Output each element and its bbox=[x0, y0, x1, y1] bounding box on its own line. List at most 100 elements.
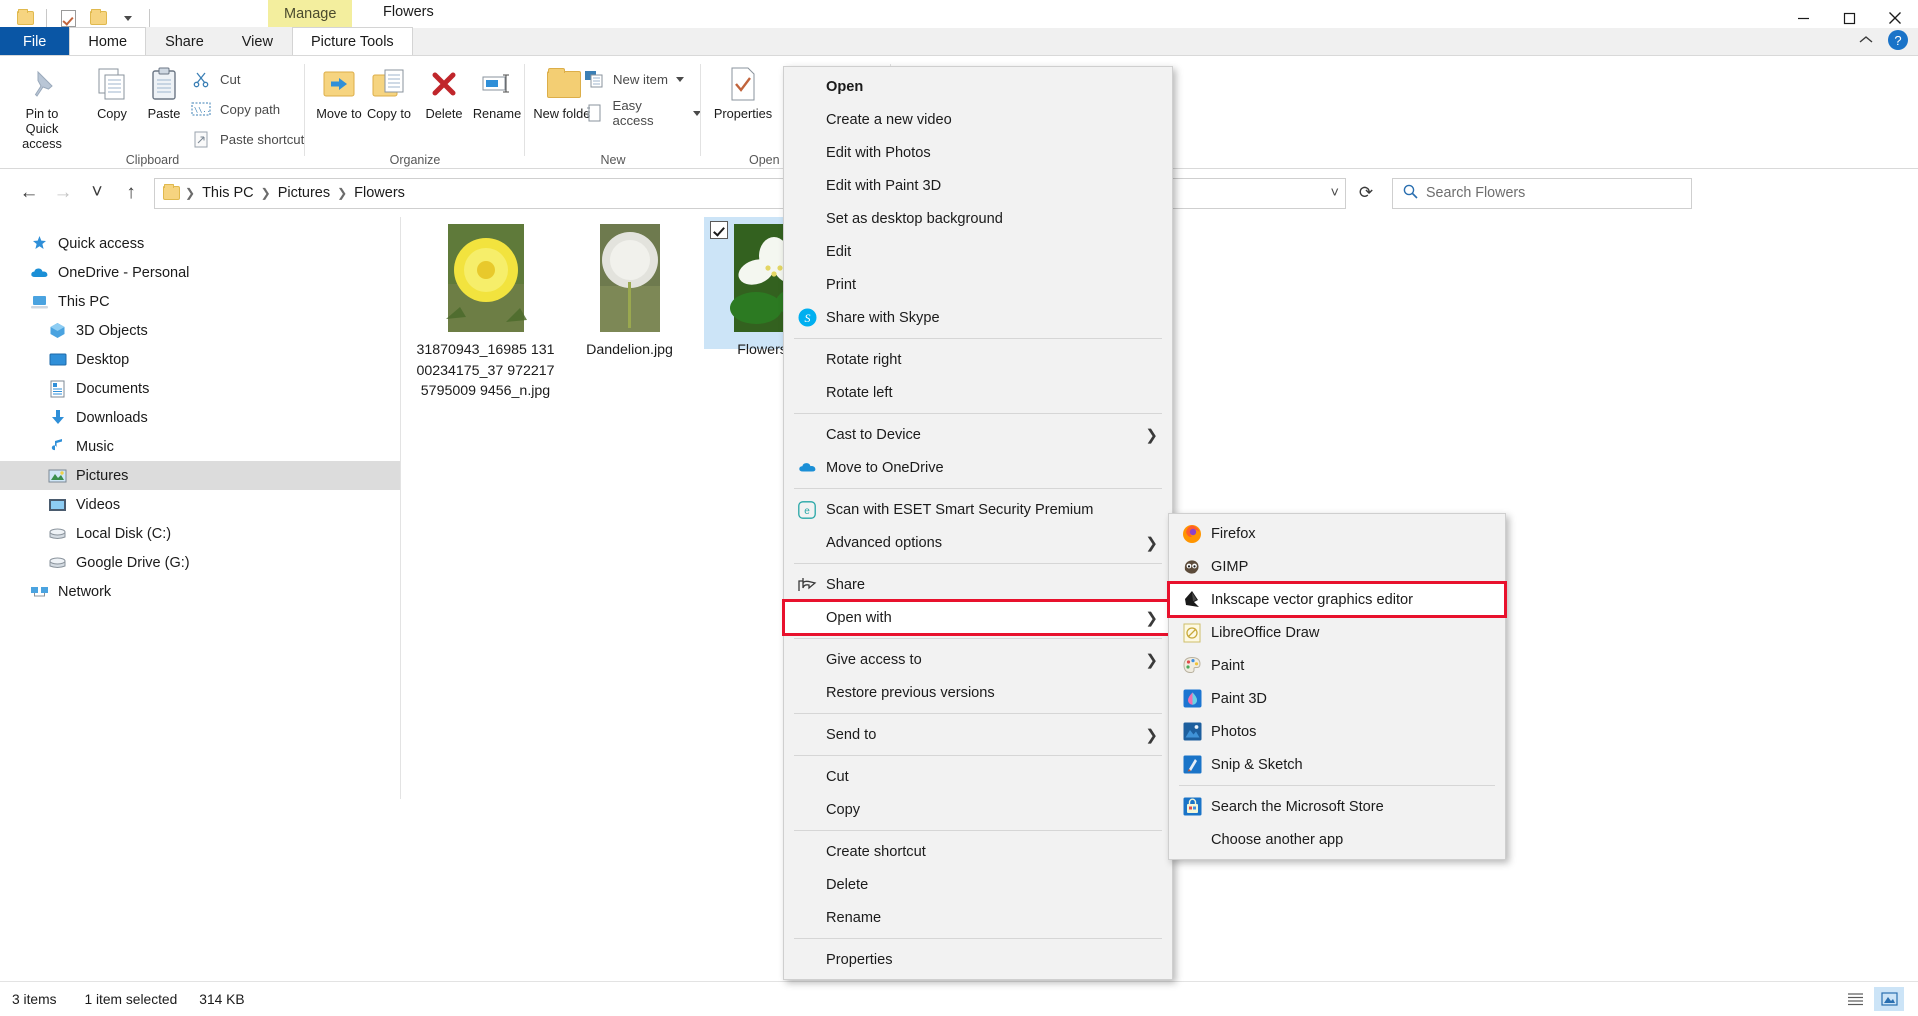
tab-view[interactable]: View bbox=[222, 27, 292, 55]
context-menu-item-share-with-skype[interactable]: S Share with Skype bbox=[784, 301, 1172, 334]
clipboard-group-label: Clipboard bbox=[125, 153, 180, 167]
sidebar-item-google-drive-g[interactable]: Google Drive (G:) bbox=[0, 548, 400, 577]
sidebar-item-this-pc[interactable]: This PC bbox=[0, 287, 400, 316]
sidebar-item-videos[interactable]: Videos bbox=[0, 490, 400, 519]
submenu-item-snip-and-sketch[interactable]: Snip & Sketch bbox=[1169, 748, 1505, 781]
rename-button[interactable]: Rename bbox=[463, 62, 531, 121]
svg-text:\\..: \\.. bbox=[194, 106, 211, 114]
easy-access-button[interactable]: Easy access bbox=[583, 98, 701, 128]
context-menu-item-advanced-options[interactable]: Advanced options ❯ bbox=[784, 526, 1172, 559]
forward-button[interactable]: → bbox=[46, 176, 80, 210]
context-menu-item-open[interactable]: Open bbox=[784, 70, 1172, 103]
scissors-icon bbox=[190, 68, 212, 90]
disk-icon bbox=[48, 524, 67, 543]
context-menu-item-edit[interactable]: Edit bbox=[784, 235, 1172, 268]
large-icons-view-icon[interactable] bbox=[1874, 987, 1904, 1011]
context-menu-item-share[interactable]: Share bbox=[784, 568, 1172, 601]
submenu-item-paint-3d[interactable]: Paint 3D bbox=[1169, 682, 1505, 715]
tab-file[interactable]: File bbox=[0, 27, 70, 55]
sidebar-item-documents[interactable]: Documents bbox=[0, 374, 400, 403]
copy-path-button[interactable]: \\.. Copy path bbox=[190, 98, 280, 120]
context-menu-item-properties[interactable]: Properties bbox=[784, 943, 1172, 976]
context-menu-item-create-a-new-video[interactable]: Create a new video bbox=[784, 103, 1172, 136]
context-menu-item-restore-previous-versions[interactable]: Restore previous versions bbox=[784, 676, 1172, 709]
new-item-button[interactable]: New item bbox=[583, 68, 684, 90]
context-menu-item-print[interactable]: Print bbox=[784, 268, 1172, 301]
sidebar-item-local-disk-c[interactable]: Local Disk (C:) bbox=[0, 519, 400, 548]
sidebar-item-music[interactable]: Music bbox=[0, 432, 400, 461]
submenu-item-choose-another-app[interactable]: Choose another app bbox=[1169, 823, 1505, 856]
context-menu-item-scan-with-eset[interactable]: e Scan with ESET Smart Security Premium bbox=[784, 493, 1172, 526]
breadcrumb-item-flowers[interactable]: Flowers bbox=[348, 185, 411, 201]
submenu-item-gimp[interactable]: GIMP bbox=[1169, 550, 1505, 583]
tab-home[interactable]: Home bbox=[69, 27, 147, 55]
context-menu-item-open-with[interactable]: Open with ❯ bbox=[782, 599, 1174, 636]
context-menu-item-give-access-to[interactable]: Give access to ❯ bbox=[784, 643, 1172, 676]
submenu-item-firefox[interactable]: Firefox bbox=[1169, 517, 1505, 550]
submenu-item-photos[interactable]: Photos bbox=[1169, 715, 1505, 748]
list-item[interactable]: Dandelion.jpg bbox=[560, 224, 699, 361]
search-icon bbox=[1403, 184, 1418, 203]
search-input[interactable]: Search Flowers bbox=[1392, 177, 1692, 209]
paste-shortcut-button[interactable]: Paste shortcut bbox=[190, 128, 304, 150]
paint3d-icon bbox=[1177, 689, 1207, 708]
firefox-icon bbox=[1177, 524, 1207, 544]
sidebar-item-quick-access[interactable]: Quick access bbox=[0, 229, 400, 258]
sidebar-item-onedrive[interactable]: OneDrive - Personal bbox=[0, 258, 400, 287]
chevron-down-icon[interactable] bbox=[675, 76, 684, 82]
tab-share[interactable]: Share bbox=[146, 27, 223, 55]
sidebar-item-downloads[interactable]: Downloads bbox=[0, 403, 400, 432]
context-menu-item-send-to[interactable]: Send to ❯ bbox=[784, 718, 1172, 751]
help-icon[interactable]: ? bbox=[1888, 30, 1908, 50]
sidebar-item-pictures[interactable]: Pictures bbox=[0, 461, 400, 490]
refresh-button[interactable]: ⟳ bbox=[1346, 176, 1386, 210]
sidebar-item-desktop[interactable]: Desktop bbox=[0, 345, 400, 374]
context-menu-item-move-to-onedrive[interactable]: Move to OneDrive bbox=[784, 451, 1172, 484]
context-menu-item-create-shortcut[interactable]: Create shortcut bbox=[784, 835, 1172, 868]
menu-separator bbox=[794, 338, 1162, 339]
context-menu-item-cut[interactable]: Cut bbox=[784, 760, 1172, 793]
gimp-icon bbox=[1177, 558, 1207, 576]
context-menu-item-rotate-right[interactable]: Rotate right bbox=[784, 343, 1172, 376]
list-item[interactable]: 31870943_16985 13100234175_37 9722175795… bbox=[416, 224, 555, 402]
easy-access-icon bbox=[583, 102, 605, 124]
breadcrumb-item-this-pc[interactable]: This PC bbox=[196, 185, 260, 201]
back-button[interactable]: ← bbox=[12, 176, 46, 210]
submenu-item-paint[interactable]: Paint bbox=[1169, 649, 1505, 682]
up-button[interactable]: ↑ bbox=[114, 176, 148, 210]
ribbon-right-controls: ? bbox=[1858, 30, 1908, 50]
context-menu-item-rotate-left[interactable]: Rotate left bbox=[784, 376, 1172, 409]
breadcrumb-dropdown-icon[interactable]: ˅ bbox=[1331, 185, 1339, 201]
pin-to-quick-access-button[interactable]: Pin to Quick access bbox=[8, 62, 76, 151]
network-icon bbox=[30, 582, 49, 601]
context-menu-item-delete[interactable]: Delete bbox=[784, 868, 1172, 901]
view-buttons bbox=[1840, 987, 1904, 1011]
details-view-icon[interactable] bbox=[1840, 987, 1870, 1011]
properties-button[interactable]: Properties bbox=[705, 62, 781, 121]
sidebar-label: Local Disk (C:) bbox=[76, 525, 172, 542]
navigation-pane: Quick access OneDrive - Personal This PC… bbox=[0, 217, 401, 799]
breadcrumb-item-pictures[interactable]: Pictures bbox=[272, 185, 336, 201]
sidebar-item-3d-objects[interactable]: 3D Objects bbox=[0, 316, 400, 345]
cut-button[interactable]: Cut bbox=[190, 68, 241, 90]
collapse-ribbon-icon[interactable] bbox=[1858, 33, 1874, 48]
ribbon-group-clipboard: Pin to Quick access Copy Paste Cut \\.. … bbox=[0, 56, 305, 169]
context-menu-item-cast-to-device[interactable]: Cast to Device ❯ bbox=[784, 418, 1172, 451]
context-menu-item-edit-with-paint-3d[interactable]: Edit with Paint 3D bbox=[784, 169, 1172, 202]
submenu-item-search-the-microsoft-store[interactable]: Search the Microsoft Store bbox=[1169, 790, 1505, 823]
selection-checkbox[interactable] bbox=[710, 221, 728, 239]
tab-picture-tools[interactable]: Picture Tools bbox=[291, 27, 413, 55]
submenu-item-inkscape[interactable]: Inkscape vector graphics editor bbox=[1167, 581, 1507, 618]
sidebar-label: Quick access bbox=[58, 235, 145, 252]
context-menu-item-edit-with-photos[interactable]: Edit with Photos bbox=[784, 136, 1172, 169]
sidebar-item-network[interactable]: Network bbox=[0, 577, 400, 606]
context-menu-item-copy[interactable]: Copy bbox=[784, 793, 1172, 826]
sidebar-label: OneDrive - Personal bbox=[58, 264, 190, 281]
context-menu-item-set-as-desktop-background[interactable]: Set as desktop background bbox=[784, 202, 1172, 235]
context-menu-item-rename[interactable]: Rename bbox=[784, 901, 1172, 934]
desktop-icon bbox=[48, 350, 67, 369]
submenu-item-libreoffice-draw[interactable]: LibreOffice Draw bbox=[1169, 616, 1505, 649]
paste-button[interactable]: Paste bbox=[130, 62, 198, 121]
downloads-icon bbox=[48, 408, 67, 427]
recent-locations-button[interactable]: ˅ bbox=[80, 176, 114, 210]
